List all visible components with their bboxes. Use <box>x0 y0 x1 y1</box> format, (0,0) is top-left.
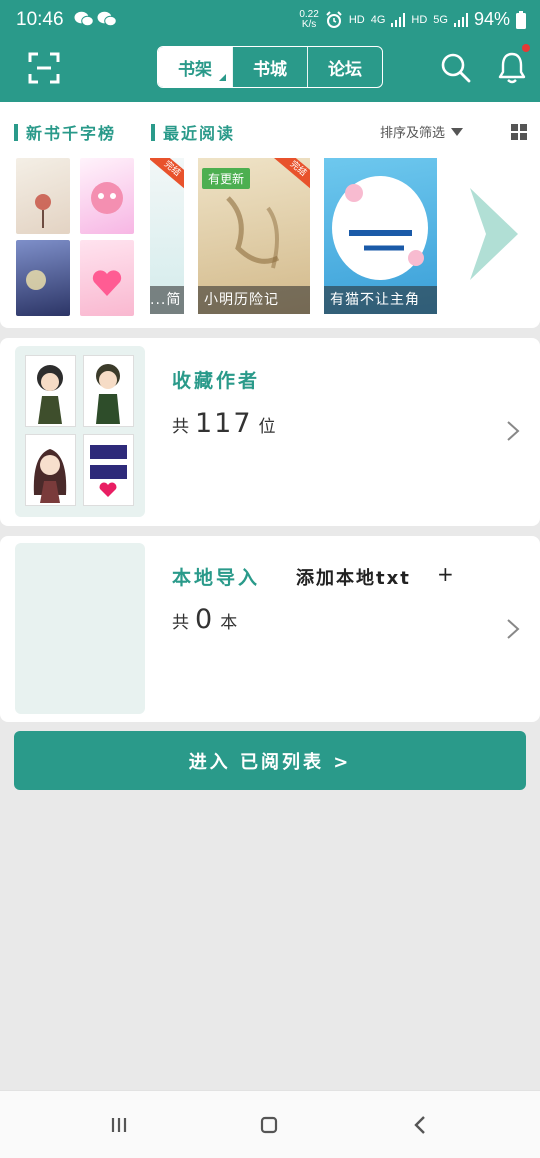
signal-icon <box>391 12 406 27</box>
recent-reading-title: 最近阅读 <box>163 124 236 143</box>
tab-bookstore-label: 书城 <box>253 59 287 80</box>
section-marker <box>151 123 155 141</box>
bell-icon <box>498 52 526 84</box>
system-nav-bar <box>0 1090 540 1158</box>
new-book-ranking-title: 新书千字榜 <box>26 124 117 143</box>
tab-bookshelf[interactable]: 书架 <box>158 47 232 87</box>
grid-view-icon[interactable] <box>511 124 527 140</box>
local-import-count: 共 0 本 <box>172 604 237 635</box>
chevron-right-icon[interactable] <box>462 184 526 284</box>
recent-apps-icon[interactable] <box>105 1111 133 1139</box>
completed-ribbon: 完结 <box>150 158 184 192</box>
author-avatar-illustration <box>33 449 67 503</box>
network-4g-label: 4G <box>370 13 386 26</box>
book-title: ...简 <box>150 286 184 314</box>
battery-icon <box>516 10 526 29</box>
system-indicators: 0.22 K/s HD 4G HD 5G 94% <box>299 9 526 30</box>
cover-illustration <box>26 270 46 290</box>
search-icon[interactable] <box>440 52 472 84</box>
hd-label: HD <box>348 13 365 26</box>
add-local-txt-button[interactable]: 添加本地txt <box>296 564 411 590</box>
book-title: 小明历险记 <box>198 286 310 314</box>
tab-corner-indicator <box>219 74 226 81</box>
alarm-icon <box>326 10 342 28</box>
wechat-notification-icon <box>97 11 117 27</box>
sort-filter-label: 排序及筛选 <box>380 126 446 141</box>
network-5g-label: 5G <box>433 13 448 26</box>
author-avatar <box>83 434 134 506</box>
tab-bookstore[interactable]: 书城 <box>232 47 307 87</box>
network-speed-unit: K/s <box>301 18 317 30</box>
recent-reading-link[interactable]: 最近阅读 <box>151 120 235 144</box>
network-speed-value: 0.22 <box>299 8 319 20</box>
author-avatar-grid <box>15 346 145 517</box>
add-plus-icon[interactable]: + <box>437 562 454 586</box>
count-suffix: 本 <box>220 613 238 633</box>
cover-illustration <box>91 182 123 214</box>
chevron-right-icon <box>507 619 520 639</box>
local-book-placeholder <box>15 543 145 714</box>
wechat-notification-icon <box>74 11 94 27</box>
count-number: 0 <box>195 604 215 635</box>
recent-book[interactable]: 有更新 完结 小明历险记 <box>198 158 310 314</box>
count-suffix: 位 <box>258 417 276 437</box>
battery-percent: 94% <box>473 9 510 29</box>
book-title: 有猫不让主角 <box>324 286 437 314</box>
favorite-authors-count: 共 117 位 <box>172 408 276 439</box>
updated-badge: 有更新 <box>202 168 251 189</box>
favorite-authors-title: 收藏作者 <box>172 370 261 392</box>
main-tabs: 书架 书城 论坛 <box>157 46 383 88</box>
back-icon[interactable] <box>407 1111 435 1139</box>
count-number: 117 <box>195 408 253 439</box>
ranking-book-cover[interactable] <box>16 158 70 234</box>
author-avatar <box>25 355 76 427</box>
tab-forum-label: 论坛 <box>328 59 362 80</box>
new-book-ranking-link[interactable]: 新书千字榜 <box>14 120 116 144</box>
sort-filter-dropdown[interactable]: 排序及筛选 <box>380 122 464 141</box>
author-avatar <box>83 355 134 427</box>
hd-label: HD <box>411 13 428 26</box>
tab-bookshelf-label: 书架 <box>178 59 212 80</box>
read-list-button[interactable]: 进入 已阅列表 > <box>14 731 526 790</box>
notification-button[interactable] <box>496 44 530 86</box>
clock: 10:46 <box>16 9 64 30</box>
section-marker <box>14 123 18 141</box>
author-avatar-illustration <box>96 364 120 424</box>
network-speed: 0.22 K/s <box>299 8 319 30</box>
status-bar: 10:46 0.22 K/s HD 4G HD 5G 94% <box>0 0 540 42</box>
recent-book[interactable]: 有猫不让主角 <box>324 158 437 314</box>
signal-icon <box>453 12 468 27</box>
tab-forum[interactable]: 论坛 <box>307 47 382 87</box>
scan-icon[interactable] <box>28 52 60 84</box>
bookshelf-card: 新书千字榜 最近阅读 排序及筛选 完结 ...简 有更新 完结 小明历险记 有猫… <box>0 102 540 328</box>
recent-book[interactable]: 完结 ...简 <box>150 158 184 314</box>
ranking-book-cover[interactable] <box>16 240 70 316</box>
count-prefix: 共 <box>172 613 189 633</box>
chevron-right-icon <box>507 421 520 441</box>
local-import-card[interactable]: 本地导入 添加本地txt + 共 0 本 <box>0 536 540 722</box>
author-avatar-illustration <box>37 365 63 424</box>
app-bar: 书架 书城 论坛 <box>0 42 540 102</box>
cover-illustration <box>92 270 122 296</box>
count-prefix: 共 <box>172 417 189 437</box>
notification-dot <box>522 44 530 52</box>
ranking-book-cover[interactable] <box>80 240 134 316</box>
author-avatar <box>25 434 76 506</box>
home-icon[interactable] <box>255 1111 283 1139</box>
author-avatar-illustration <box>90 445 127 497</box>
favorite-authors-card[interactable]: 收藏作者 共 117 位 <box>0 338 540 526</box>
local-import-title: 本地导入 <box>172 567 261 589</box>
ranking-book-cover[interactable] <box>80 158 134 234</box>
dropdown-triangle-icon <box>451 127 464 136</box>
cover-illustration <box>35 194 51 228</box>
